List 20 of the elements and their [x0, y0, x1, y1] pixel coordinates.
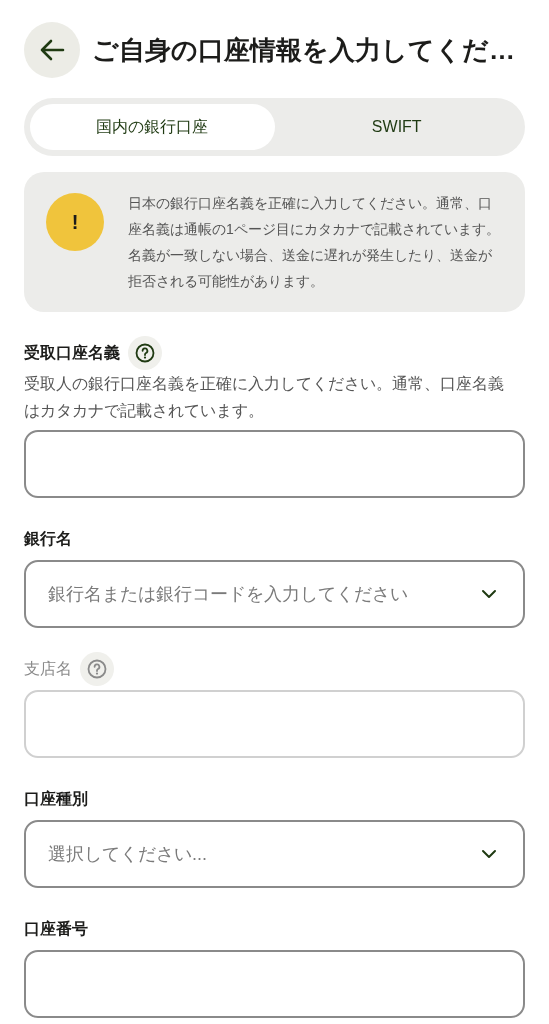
input-field[interactable]	[24, 430, 525, 498]
field-description: 受取人の銀行口座名義を正確に入力してください。通常、口座名義はカタカナで記載されています。	[24, 374, 505, 421]
select-field[interactable]: 選択してください...	[24, 820, 525, 888]
input-field[interactable]	[24, 950, 525, 1018]
back-button[interactable]	[24, 22, 80, 78]
tab[interactable]: SWIFT	[274, 104, 519, 150]
field-label: 受取口座名義	[24, 343, 120, 363]
tab[interactable]: 国内の銀行口座	[30, 104, 275, 150]
notice-text: 日本の銀行口座名義を正確に入力してください。通常、口座名義は通帳の1ページ目にカタカナで記載されています。名義が一致しない場合、送金に遅れが発生したり、送金が拒否される可能性があります。	[128, 194, 501, 291]
select-field[interactable]: 銀行名または銀行コードを入力してください	[24, 560, 525, 628]
chevron-down-icon	[481, 589, 497, 599]
help-icon[interactable]	[128, 336, 162, 370]
field-label: 銀行名	[24, 529, 72, 549]
page-title: ご自身の口座情報を入力してくだ…	[92, 33, 515, 67]
field-label: 支店名	[24, 659, 72, 679]
field-label: 口座番号	[24, 919, 88, 939]
field-label: 口座種別	[24, 789, 88, 809]
back-arrow-icon	[39, 39, 65, 61]
warning-icon: !	[46, 193, 104, 251]
chevron-down-icon	[481, 849, 497, 859]
